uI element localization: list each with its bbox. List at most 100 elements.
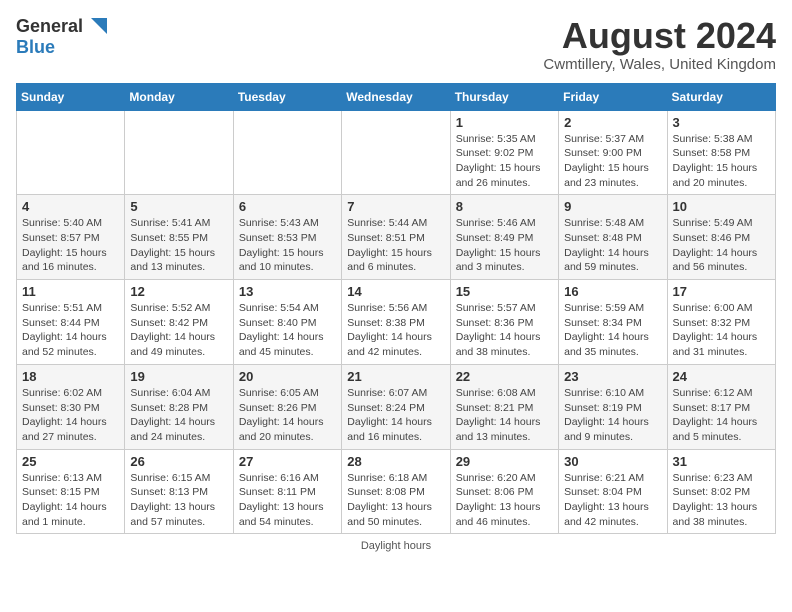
weekday-header: Friday: [559, 83, 667, 110]
calendar-cell: 14 Sunrise: 5:56 AMSunset: 8:38 PMDayligh…: [342, 280, 450, 365]
day-info: Sunrise: 6:16 AMSunset: 8:11 PMDaylight:…: [239, 471, 336, 530]
day-number: 21: [347, 369, 444, 384]
day-info: Sunrise: 6:18 AMSunset: 8:08 PMDaylight:…: [347, 471, 444, 530]
weekday-header: Tuesday: [233, 83, 341, 110]
calendar-cell: 20Sunrise: 6:05 AMSunset: 8:26 PMDayligh…: [233, 364, 341, 449]
day-number: 14: [347, 284, 444, 299]
day-number: 26: [130, 454, 227, 469]
day-number: 18: [22, 369, 119, 384]
logo-general: General: [16, 16, 83, 37]
calendar-cell: [17, 110, 125, 195]
calendar-week-row: 25 Sunrise: 6:13 AMSunset: 8:15 PMDayligh…: [17, 449, 776, 534]
day-info: Sunrise: 5:43 AMSunset: 8:53 PMDaylight:…: [239, 216, 336, 275]
day-info: Sunrise: 5:54 AMSunset: 8:40 PMDaylight:…: [239, 301, 336, 360]
day-info: Sunrise: 6:04 AMSunset: 8:28 PMDaylight:…: [130, 386, 227, 445]
day-info: Sunrise: 6:13 AMSunset: 8:15 PMDaylight:…: [22, 471, 119, 530]
month-title: August 2024: [543, 16, 776, 56]
day-info: Sunrise: 6:20 AMSunset: 8:06 PMDaylight:…: [456, 471, 553, 530]
weekday-header: Thursday: [450, 83, 558, 110]
day-number: 10: [673, 199, 770, 214]
logo-blue: Blue: [16, 37, 55, 57]
footer-note: Daylight hours: [16, 540, 776, 552]
day-info: Sunrise: 6:10 AMSunset: 8:19 PMDaylight:…: [564, 386, 661, 445]
weekday-header: Monday: [125, 83, 233, 110]
day-number: 15: [456, 284, 553, 299]
day-number: 4: [22, 199, 119, 214]
calendar-cell: 7 Sunrise: 5:44 AMSunset: 8:51 PMDaylight…: [342, 195, 450, 280]
day-number: 27: [239, 454, 336, 469]
day-info: Sunrise: 6:02 AMSunset: 8:30 PMDaylight:…: [22, 386, 119, 445]
day-number: 31: [673, 454, 770, 469]
day-info: Sunrise: 6:08 AMSunset: 8:21 PMDaylight:…: [456, 386, 553, 445]
day-info: Sunrise: 5:52 AMSunset: 8:42 PMDaylight:…: [130, 301, 227, 360]
calendar-week-row: 18 Sunrise: 6:02 AMSunset: 8:30 PMDayligh…: [17, 364, 776, 449]
calendar-cell: 17Sunrise: 6:00 AMSunset: 8:32 PMDayligh…: [667, 280, 775, 365]
logo: General Blue: [16, 16, 107, 58]
calendar-cell: 9 Sunrise: 5:48 AMSunset: 8:48 PMDaylight…: [559, 195, 667, 280]
day-info: Sunrise: 5:57 AMSunset: 8:36 PMDaylight:…: [456, 301, 553, 360]
weekday-header: Wednesday: [342, 83, 450, 110]
calendar-cell: 15 Sunrise: 5:57 AMSunset: 8:36 PMDayligh…: [450, 280, 558, 365]
calendar: SundayMondayTuesdayWednesdayThursdayFrid…: [16, 83, 776, 535]
calendar-cell: 22 Sunrise: 6:08 AMSunset: 8:21 PMDayligh…: [450, 364, 558, 449]
day-info: Sunrise: 6:07 AMSunset: 8:24 PMDaylight:…: [347, 386, 444, 445]
day-number: 24: [673, 369, 770, 384]
day-info: Sunrise: 6:21 AMSunset: 8:04 PMDaylight:…: [564, 471, 661, 530]
calendar-cell: [342, 110, 450, 195]
calendar-cell: 19 Sunrise: 6:04 AMSunset: 8:28 PMDayligh…: [125, 364, 233, 449]
day-number: 30: [564, 454, 661, 469]
calendar-cell: 21 Sunrise: 6:07 AMSunset: 8:24 PMDayligh…: [342, 364, 450, 449]
calendar-cell: 8 Sunrise: 5:46 AMSunset: 8:49 PMDaylight…: [450, 195, 558, 280]
calendar-cell: 30 Sunrise: 6:21 AMSunset: 8:04 PMDayligh…: [559, 449, 667, 534]
calendar-week-row: 1Sunrise: 5:35 AMSunset: 9:02 PMDaylight…: [17, 110, 776, 195]
day-number: 7: [347, 199, 444, 214]
calendar-cell: 23 Sunrise: 6:10 AMSunset: 8:19 PMDayligh…: [559, 364, 667, 449]
calendar-cell: 1Sunrise: 5:35 AMSunset: 9:02 PMDaylight…: [450, 110, 558, 195]
page-header: General Blue August 2024 Cwmtillery, Wal…: [16, 16, 776, 73]
day-number: 16: [564, 284, 661, 299]
day-number: 1: [456, 115, 553, 130]
day-info: Sunrise: 6:23 AMSunset: 8:02 PMDaylight:…: [673, 471, 770, 530]
day-number: 22: [456, 369, 553, 384]
calendar-cell: 2 Sunrise: 5:37 AMSunset: 9:00 PMDaylight…: [559, 110, 667, 195]
location: Cwmtillery, Wales, United Kingdom: [543, 56, 776, 73]
day-number: 9: [564, 199, 661, 214]
calendar-week-row: 11 Sunrise: 5:51 AMSunset: 8:44 PMDayligh…: [17, 280, 776, 365]
day-number: 25: [22, 454, 119, 469]
day-number: 11: [22, 284, 119, 299]
calendar-cell: 31 Sunrise: 6:23 AMSunset: 8:02 PMDayligh…: [667, 449, 775, 534]
calendar-cell: 24Sunrise: 6:12 AMSunset: 8:17 PMDayligh…: [667, 364, 775, 449]
calendar-week-row: 4Sunrise: 5:40 AMSunset: 8:57 PMDaylight…: [17, 195, 776, 280]
calendar-cell: 10 Sunrise: 5:49 AMSunset: 8:46 PMDayligh…: [667, 195, 775, 280]
day-number: 8: [456, 199, 553, 214]
day-info: Sunrise: 5:49 AMSunset: 8:46 PMDaylight:…: [673, 216, 770, 275]
day-number: 19: [130, 369, 227, 384]
calendar-cell: 27 Sunrise: 6:16 AMSunset: 8:11 PMDayligh…: [233, 449, 341, 534]
day-info: Sunrise: 5:41 AMSunset: 8:55 PMDaylight:…: [130, 216, 227, 275]
day-number: 28: [347, 454, 444, 469]
calendar-cell: 26Sunrise: 6:15 AMSunset: 8:13 PMDayligh…: [125, 449, 233, 534]
day-info: Sunrise: 5:51 AMSunset: 8:44 PMDaylight:…: [22, 301, 119, 360]
day-info: Sunrise: 6:05 AMSunset: 8:26 PMDaylight:…: [239, 386, 336, 445]
calendar-cell: 6Sunrise: 5:43 AMSunset: 8:53 PMDaylight…: [233, 195, 341, 280]
day-info: Sunrise: 5:44 AMSunset: 8:51 PMDaylight:…: [347, 216, 444, 275]
calendar-cell: [233, 110, 341, 195]
day-number: 29: [456, 454, 553, 469]
day-number: 2: [564, 115, 661, 130]
calendar-cell: 11 Sunrise: 5:51 AMSunset: 8:44 PMDayligh…: [17, 280, 125, 365]
calendar-cell: 4Sunrise: 5:40 AMSunset: 8:57 PMDaylight…: [17, 195, 125, 280]
calendar-cell: 28 Sunrise: 6:18 AMSunset: 8:08 PMDayligh…: [342, 449, 450, 534]
weekday-header: Sunday: [17, 83, 125, 110]
daylight-label: Daylight hours: [361, 540, 431, 552]
day-info: Sunrise: 6:00 AMSunset: 8:32 PMDaylight:…: [673, 301, 770, 360]
calendar-cell: 25 Sunrise: 6:13 AMSunset: 8:15 PMDayligh…: [17, 449, 125, 534]
day-info: Sunrise: 5:37 AMSunset: 9:00 PMDaylight:…: [564, 132, 661, 191]
weekday-header: Saturday: [667, 83, 775, 110]
day-info: Sunrise: 5:59 AMSunset: 8:34 PMDaylight:…: [564, 301, 661, 360]
day-info: Sunrise: 5:46 AMSunset: 8:49 PMDaylight:…: [456, 216, 553, 275]
day-number: 23: [564, 369, 661, 384]
logo-icon: [85, 18, 107, 34]
calendar-cell: 29 Sunrise: 6:20 AMSunset: 8:06 PMDayligh…: [450, 449, 558, 534]
day-info: Sunrise: 5:48 AMSunset: 8:48 PMDaylight:…: [564, 216, 661, 275]
day-info: Sunrise: 5:56 AMSunset: 8:38 PMDaylight:…: [347, 301, 444, 360]
